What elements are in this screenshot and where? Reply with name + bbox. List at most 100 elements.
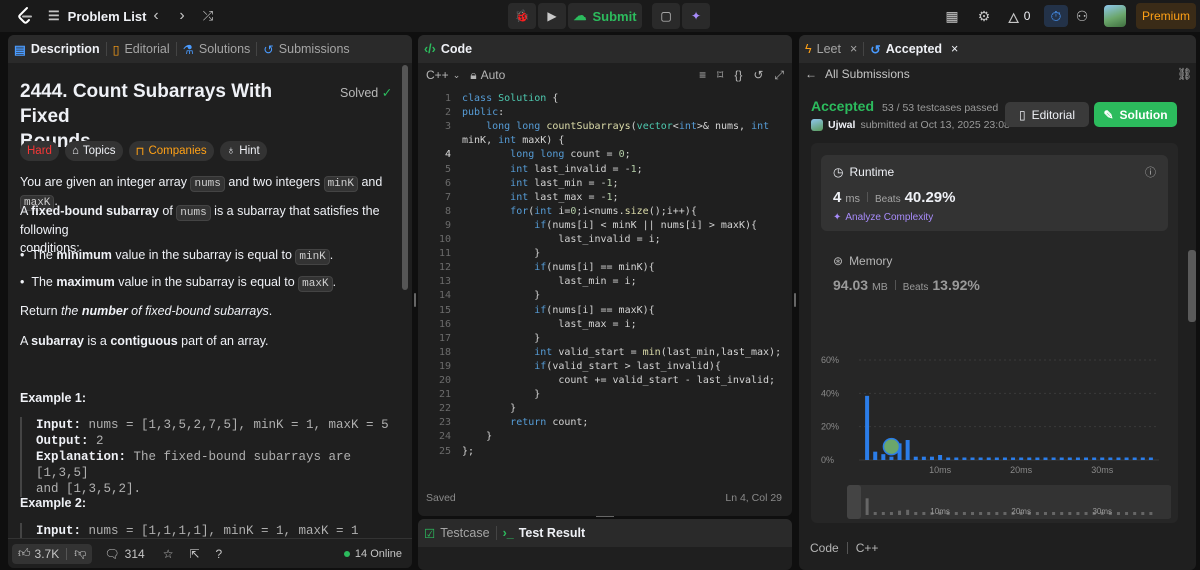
prev-problem-button[interactable]: ‹ xyxy=(146,6,166,26)
solution-button[interactable]: ✎ Solution xyxy=(1094,102,1177,127)
debug-button[interactable]: 🐞 xyxy=(508,3,536,29)
avatar[interactable] xyxy=(1104,5,1126,27)
add-friend-button[interactable]: ⚇ xyxy=(1072,6,1092,26)
comments-button[interactable]: 🗨︎ 314 xyxy=(104,547,144,561)
problem-list-button[interactable]: ☰ Problem List xyxy=(48,6,146,26)
ai-assist-button[interactable]: ✦ xyxy=(682,3,710,29)
code-line[interactable]: 1 class Solution { xyxy=(418,93,792,107)
star-icon[interactable]: ☆ xyxy=(163,547,174,561)
tab-leet[interactable]: ϟ Leet × xyxy=(799,42,863,56)
code-line[interactable]: 16 last_max = i; xyxy=(418,319,792,333)
memory-value: 94.03 xyxy=(833,277,869,293)
code-line[interactable]: 3 long long countSubarrays(vector<int>& … xyxy=(418,121,792,135)
text: . xyxy=(329,248,334,262)
code-line[interactable]: 7 int last_max = -1; xyxy=(418,192,792,206)
code-line[interactable]: 17 } xyxy=(418,333,792,347)
tab-code[interactable]: ‹/› Code xyxy=(418,42,478,56)
username[interactable]: Ujwal xyxy=(828,119,855,131)
share-icon[interactable]: ⇱ xyxy=(189,547,199,561)
close-icon[interactable]: × xyxy=(951,42,958,56)
code-line[interactable]: 24 } xyxy=(418,431,792,445)
code-line[interactable]: 25}; xyxy=(418,446,792,460)
hint-tag[interactable]: ♁ Hint xyxy=(219,141,267,161)
settings-button[interactable]: ⚙ xyxy=(974,6,994,26)
premium-button[interactable]: Premium xyxy=(1136,3,1196,29)
braces-icon[interactable]: {} xyxy=(734,68,742,83)
code-line[interactable]: 18 int valid_start = min(last_min,last_m… xyxy=(418,347,792,361)
random-problem-button[interactable]: ⤮ xyxy=(198,6,218,26)
code-line[interactable]: 22 } xyxy=(418,403,792,417)
overview-bar xyxy=(1141,512,1145,515)
tab-leet-label: Leet xyxy=(816,42,841,56)
runtime-card[interactable]: ◷ Runtime ⓘ 4 ms Beats 40.29% ✦ Analyze Co… xyxy=(821,155,1168,231)
code-line[interactable]: 10 last_invalid = i; xyxy=(418,234,792,248)
solved-badge: Solved ✓ xyxy=(340,85,392,100)
code-line[interactable]: 14 } xyxy=(418,290,792,304)
analyze-complexity-link[interactable]: ✦ Analyze Complexity xyxy=(833,212,933,223)
code-line[interactable]: 19 if(valid_start > last_invalid){ xyxy=(418,361,792,375)
chart-bar xyxy=(1100,457,1105,460)
code-line[interactable]: 21 } xyxy=(418,389,792,403)
leetcode-logo-icon[interactable] xyxy=(14,5,36,27)
layout-button[interactable]: ▦ xyxy=(942,6,962,26)
description-scrollbar[interactable] xyxy=(402,65,408,290)
code-line[interactable]: 15 if(nums[i] == maxK){ xyxy=(418,305,792,319)
tab-description[interactable]: ▤ Description xyxy=(8,42,106,57)
tab-testcase[interactable]: ☑ Testcase xyxy=(418,526,496,541)
example-1-heading: Example 1: xyxy=(20,391,87,405)
code-line[interactable]: 23 return count; xyxy=(418,417,792,431)
bookmark-icon[interactable]: ⌑ xyxy=(717,68,723,83)
tab-accepted[interactable]: ↺ Accepted × xyxy=(864,42,964,57)
help-icon[interactable]: ? xyxy=(216,547,223,561)
code-line[interactable]: 6 int last_min = -1; xyxy=(418,178,792,192)
mode-label[interactable]: Auto xyxy=(481,68,506,82)
submission-scrollbar[interactable] xyxy=(1188,250,1196,322)
user-avatar[interactable] xyxy=(811,119,823,131)
code-line[interactable]: 13 last_min = i; xyxy=(418,276,792,290)
code-line[interactable]: 12 if(nums[i] == minK){ xyxy=(418,262,792,276)
thumbs-up-icon[interactable]: 👍︎ xyxy=(18,546,31,561)
tab-test-result[interactable]: ›_ Test Result xyxy=(497,526,592,540)
info-icon[interactable]: ⓘ xyxy=(1145,164,1156,180)
resize-handle[interactable] xyxy=(794,293,796,307)
close-icon[interactable]: × xyxy=(850,42,857,56)
timer-button[interactable]: ⏱ xyxy=(1044,5,1068,27)
code-line[interactable]: 9 if(nums[i] < minK || nums[i] > maxK){ xyxy=(418,220,792,234)
back-to-submissions[interactable]: ← All Submissions xyxy=(805,67,910,81)
link-icon[interactable]: ⛓ xyxy=(1177,67,1192,81)
companies-tag[interactable]: ⊓ Companies xyxy=(128,141,214,161)
memory-header[interactable]: ⊛ Memory xyxy=(833,254,892,268)
code-line[interactable]: 11 } xyxy=(418,248,792,262)
tab-solutions[interactable]: ⚗ Solutions xyxy=(177,42,257,57)
leetcode-app: ☰ Problem List ‹ › ⤮ 🐞 ▶ ☁ Submit ▢ ✦ ▦ … xyxy=(0,0,1200,570)
code-line[interactable]: 20 count += valid_start - last_invalid; xyxy=(418,375,792,389)
likes-count: 3.7K xyxy=(34,546,60,561)
code-line[interactable]: minK, int maxK) { xyxy=(418,135,792,149)
topics-tag[interactable]: ⌂ Topics xyxy=(64,141,123,161)
resize-handle[interactable] xyxy=(414,293,416,307)
code-line[interactable]: 4 long long count = 0; xyxy=(418,149,792,163)
code-line[interactable]: 5 int last_invalid = -1; xyxy=(418,164,792,178)
difficulty-badge[interactable]: Hard xyxy=(20,141,59,161)
streak-counter[interactable]: 🜂 0 xyxy=(1004,6,1034,26)
tab-editorial-label: Editorial xyxy=(124,42,170,56)
language-select[interactable]: C++ ⌄ xyxy=(426,68,460,82)
format-icon[interactable]: ≡ xyxy=(699,68,706,83)
notes-button[interactable]: ▢ xyxy=(652,3,680,29)
runtime-distribution-chart[interactable]: 60% 40% 20% 0% 10ms 20ms 30ms 10ms 20ms 30ms xyxy=(821,325,1171,525)
run-button[interactable]: ▶ xyxy=(538,3,566,29)
fullscreen-icon[interactable]: ⤢ xyxy=(774,68,784,83)
chart-bar xyxy=(1075,457,1080,460)
tab-editorial[interactable]: ▯ Editorial xyxy=(107,42,176,57)
reset-icon[interactable]: ↺ xyxy=(753,68,763,83)
text: . xyxy=(332,275,337,289)
code-text: } xyxy=(462,403,517,415)
code-line[interactable]: 8 for(int i=0;i<nums.size();i++){ xyxy=(418,206,792,220)
submit-button[interactable]: ☁ Submit xyxy=(568,3,642,29)
editorial-button[interactable]: ▯ Editorial xyxy=(1005,102,1089,127)
thumbs-down-icon[interactable]: 👎︎ xyxy=(74,546,86,561)
code-editor[interactable]: 1 class Solution {2 public: 3 long long cou… xyxy=(418,93,792,473)
tab-submissions[interactable]: ↺ Submissions xyxy=(257,42,355,57)
code-line[interactable]: 2 public: xyxy=(418,107,792,121)
next-problem-button[interactable]: › xyxy=(172,6,192,26)
